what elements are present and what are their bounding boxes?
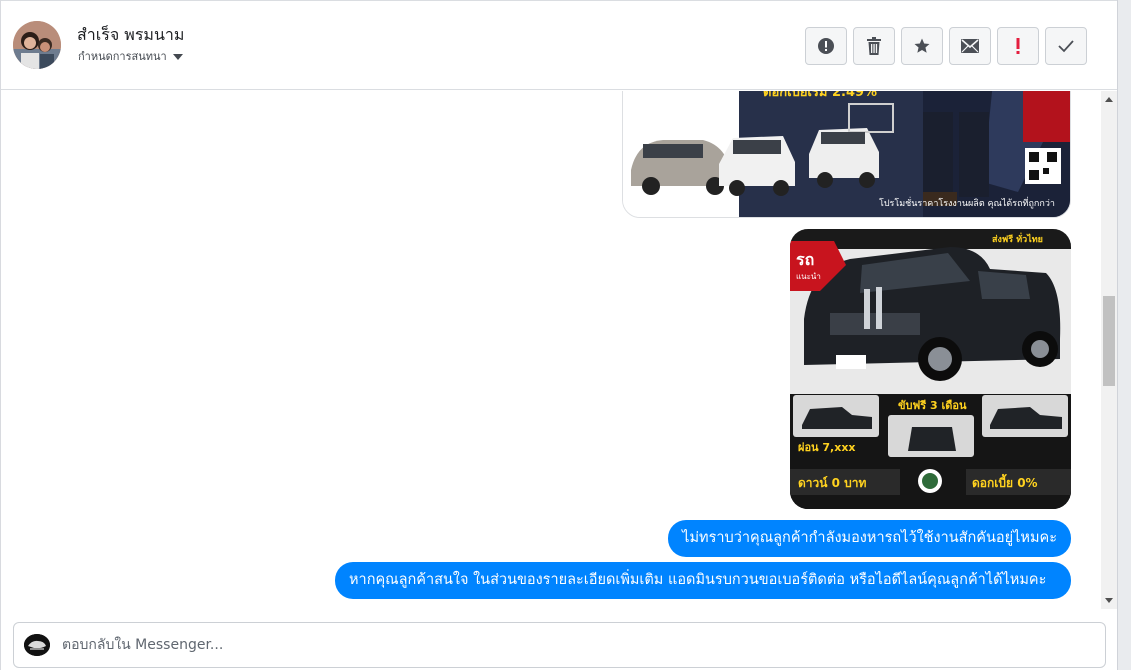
spam-button[interactable] bbox=[805, 27, 847, 65]
ad-installment: ผ่อน 7,xxx bbox=[798, 441, 856, 454]
exclamation-icon bbox=[1016, 38, 1020, 54]
assign-conversation-label: กำหนดการสนทนา bbox=[78, 50, 167, 63]
contact-name[interactable]: สำเร็จ พรมนาม bbox=[77, 23, 184, 48]
ad-logo-sub: แนะนำ bbox=[796, 272, 821, 281]
message-bubble[interactable]: ไม่ทราบว่าคุณลูกค้ากำลังมองหารถไว้ใช้งาน… bbox=[668, 520, 1071, 557]
mark-unread-button[interactable] bbox=[949, 27, 991, 65]
promo-image-message[interactable]: ดอกเบี้ยเริ่ม 2.49% โปรโมชั่นราคาโรงงานผ… bbox=[622, 91, 1071, 218]
alert-circle-icon bbox=[818, 38, 834, 54]
message-bubble[interactable]: หากคุณลูกค้าสนใจ ในส่วนของรายละเอียดเพิ่… bbox=[335, 562, 1071, 599]
scroll-up-arrow-icon[interactable] bbox=[1105, 97, 1113, 102]
conversation-panel: สำเร็จ พรมนาม กำหนดการสนทนา ดอกเบี้ยเริ่… bbox=[0, 0, 1117, 670]
caret-down-icon bbox=[172, 53, 183, 60]
assign-conversation-dropdown[interactable]: กำหนดการสนทนา bbox=[78, 47, 183, 65]
header-actions bbox=[805, 27, 1087, 65]
thread-scrollbar[interactable] bbox=[1101, 91, 1117, 609]
star-icon bbox=[914, 38, 930, 53]
delete-button[interactable] bbox=[853, 27, 895, 65]
ad-interest: ดอกเบี้ย 0% bbox=[972, 473, 1038, 490]
ad-logo-text: รถ bbox=[796, 250, 814, 269]
reply-composer bbox=[13, 622, 1106, 668]
window-edge bbox=[1117, 0, 1131, 670]
ad-drive-free: ขับฟรี 3 เดือน bbox=[898, 399, 967, 412]
done-button[interactable] bbox=[1045, 27, 1087, 65]
follow-up-button[interactable] bbox=[997, 27, 1039, 65]
scroll-thumb[interactable] bbox=[1103, 296, 1115, 386]
reply-input[interactable] bbox=[62, 631, 1062, 659]
trash-icon bbox=[867, 37, 881, 55]
scroll-down-arrow-icon[interactable] bbox=[1105, 598, 1113, 603]
message-thread[interactable]: ดอกเบี้ยเริ่ม 2.49% โปรโมชั่นราคาโรงงานผ… bbox=[1, 91, 1101, 609]
page-avatar bbox=[24, 634, 50, 656]
check-icon bbox=[1058, 40, 1074, 53]
car-ad-image-message[interactable]: รถ แนะนำ ส่งฟรี ทั่วไทย ขับฟรี 3 เดือน ผ… bbox=[790, 229, 1071, 509]
contact-avatar[interactable] bbox=[13, 21, 61, 69]
promo-rate-text: ดอกเบี้ยเริ่ม 2.49% bbox=[763, 91, 877, 100]
ad-down-payment: ดาวน์ 0 บาท bbox=[798, 476, 867, 490]
envelope-icon bbox=[961, 39, 979, 53]
conversation-header: สำเร็จ พรมนาม กำหนดการสนทนา bbox=[1, 0, 1117, 90]
star-button[interactable] bbox=[901, 27, 943, 65]
